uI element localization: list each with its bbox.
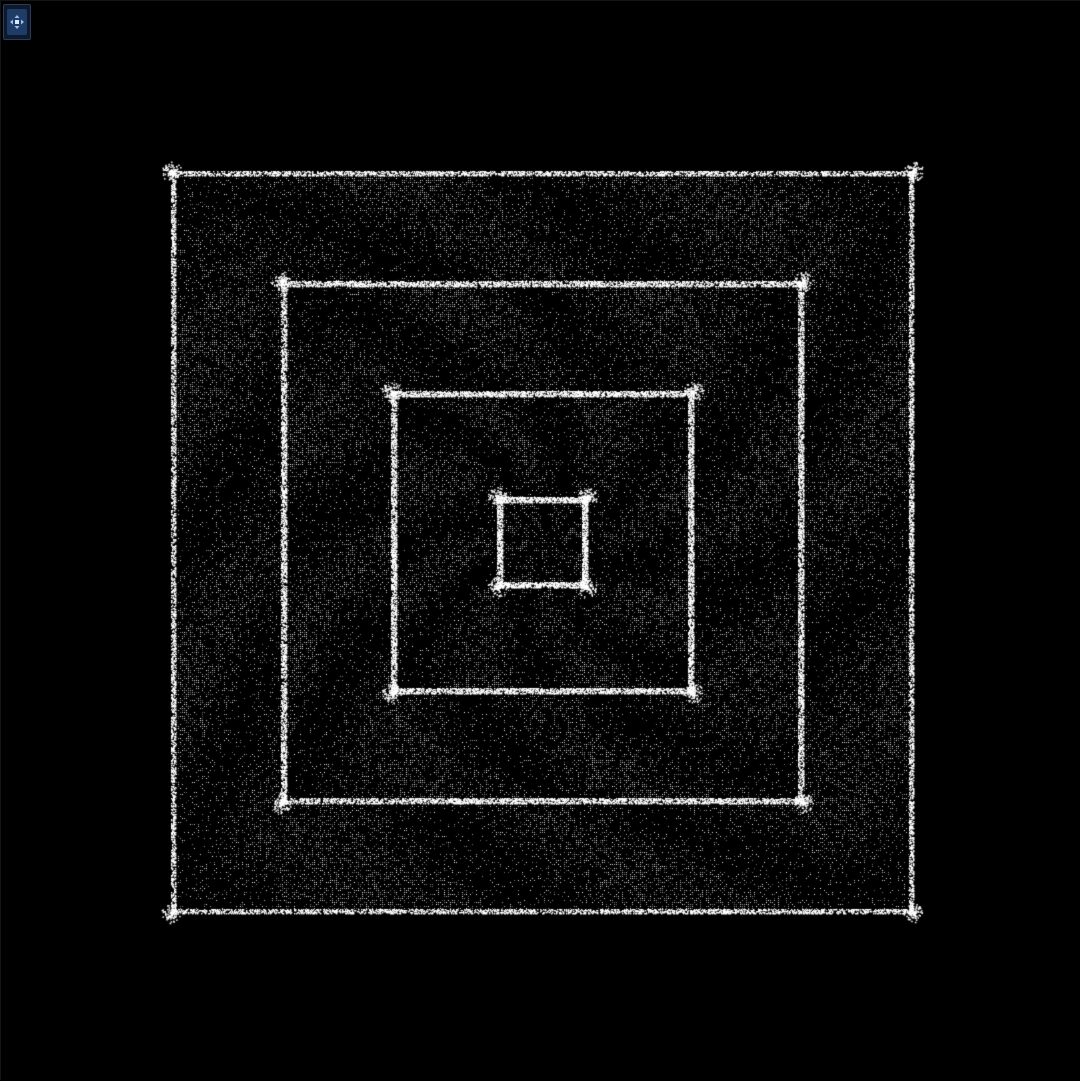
render-viewport [0, 0, 1080, 1081]
move-icon [7, 9, 27, 35]
fractal-canvas [1, 1, 1080, 1081]
move-button[interactable] [3, 4, 31, 40]
